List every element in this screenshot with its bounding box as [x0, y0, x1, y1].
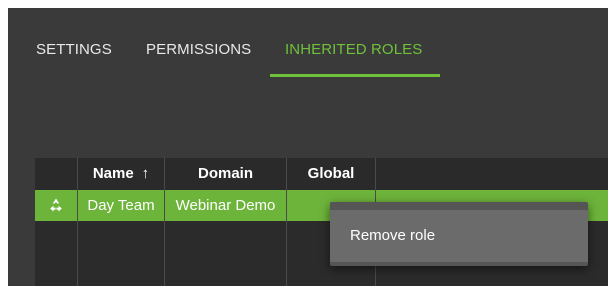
active-tab-indicator: [270, 74, 440, 77]
column-divider: [77, 158, 78, 286]
column-header-name-label: Name: [92, 165, 134, 182]
column-header-domain[interactable]: Domain: [165, 158, 286, 190]
column-divider: [286, 158, 287, 286]
column-header-global[interactable]: Global: [287, 158, 375, 190]
column-divider: [164, 158, 165, 286]
remove-role-label: Remove role: [350, 227, 436, 244]
tab-bar: SETTINGS PERMISSIONS INHERITED ROLES: [8, 8, 608, 80]
tab-settings[interactable]: SETTINGS: [36, 41, 112, 58]
row-domain-cell: Webinar Demo: [175, 197, 276, 214]
column-header-icon: [35, 158, 77, 190]
sort-ascending-icon: ↑: [141, 165, 150, 182]
table-header: Name ↑ Domain Global: [35, 158, 608, 190]
row-icon-cell: [35, 190, 77, 221]
context-menu: Remove role: [330, 202, 588, 266]
recycle-icon: [50, 198, 62, 212]
tab-inherited-roles[interactable]: INHERITED ROLES: [285, 41, 422, 58]
row-name-cell: Day Team: [87, 197, 155, 214]
column-header-name[interactable]: Name ↑: [78, 158, 164, 190]
remove-role-menu-item[interactable]: Remove role: [330, 210, 588, 262]
tab-permissions[interactable]: PERMISSIONS: [146, 41, 251, 58]
